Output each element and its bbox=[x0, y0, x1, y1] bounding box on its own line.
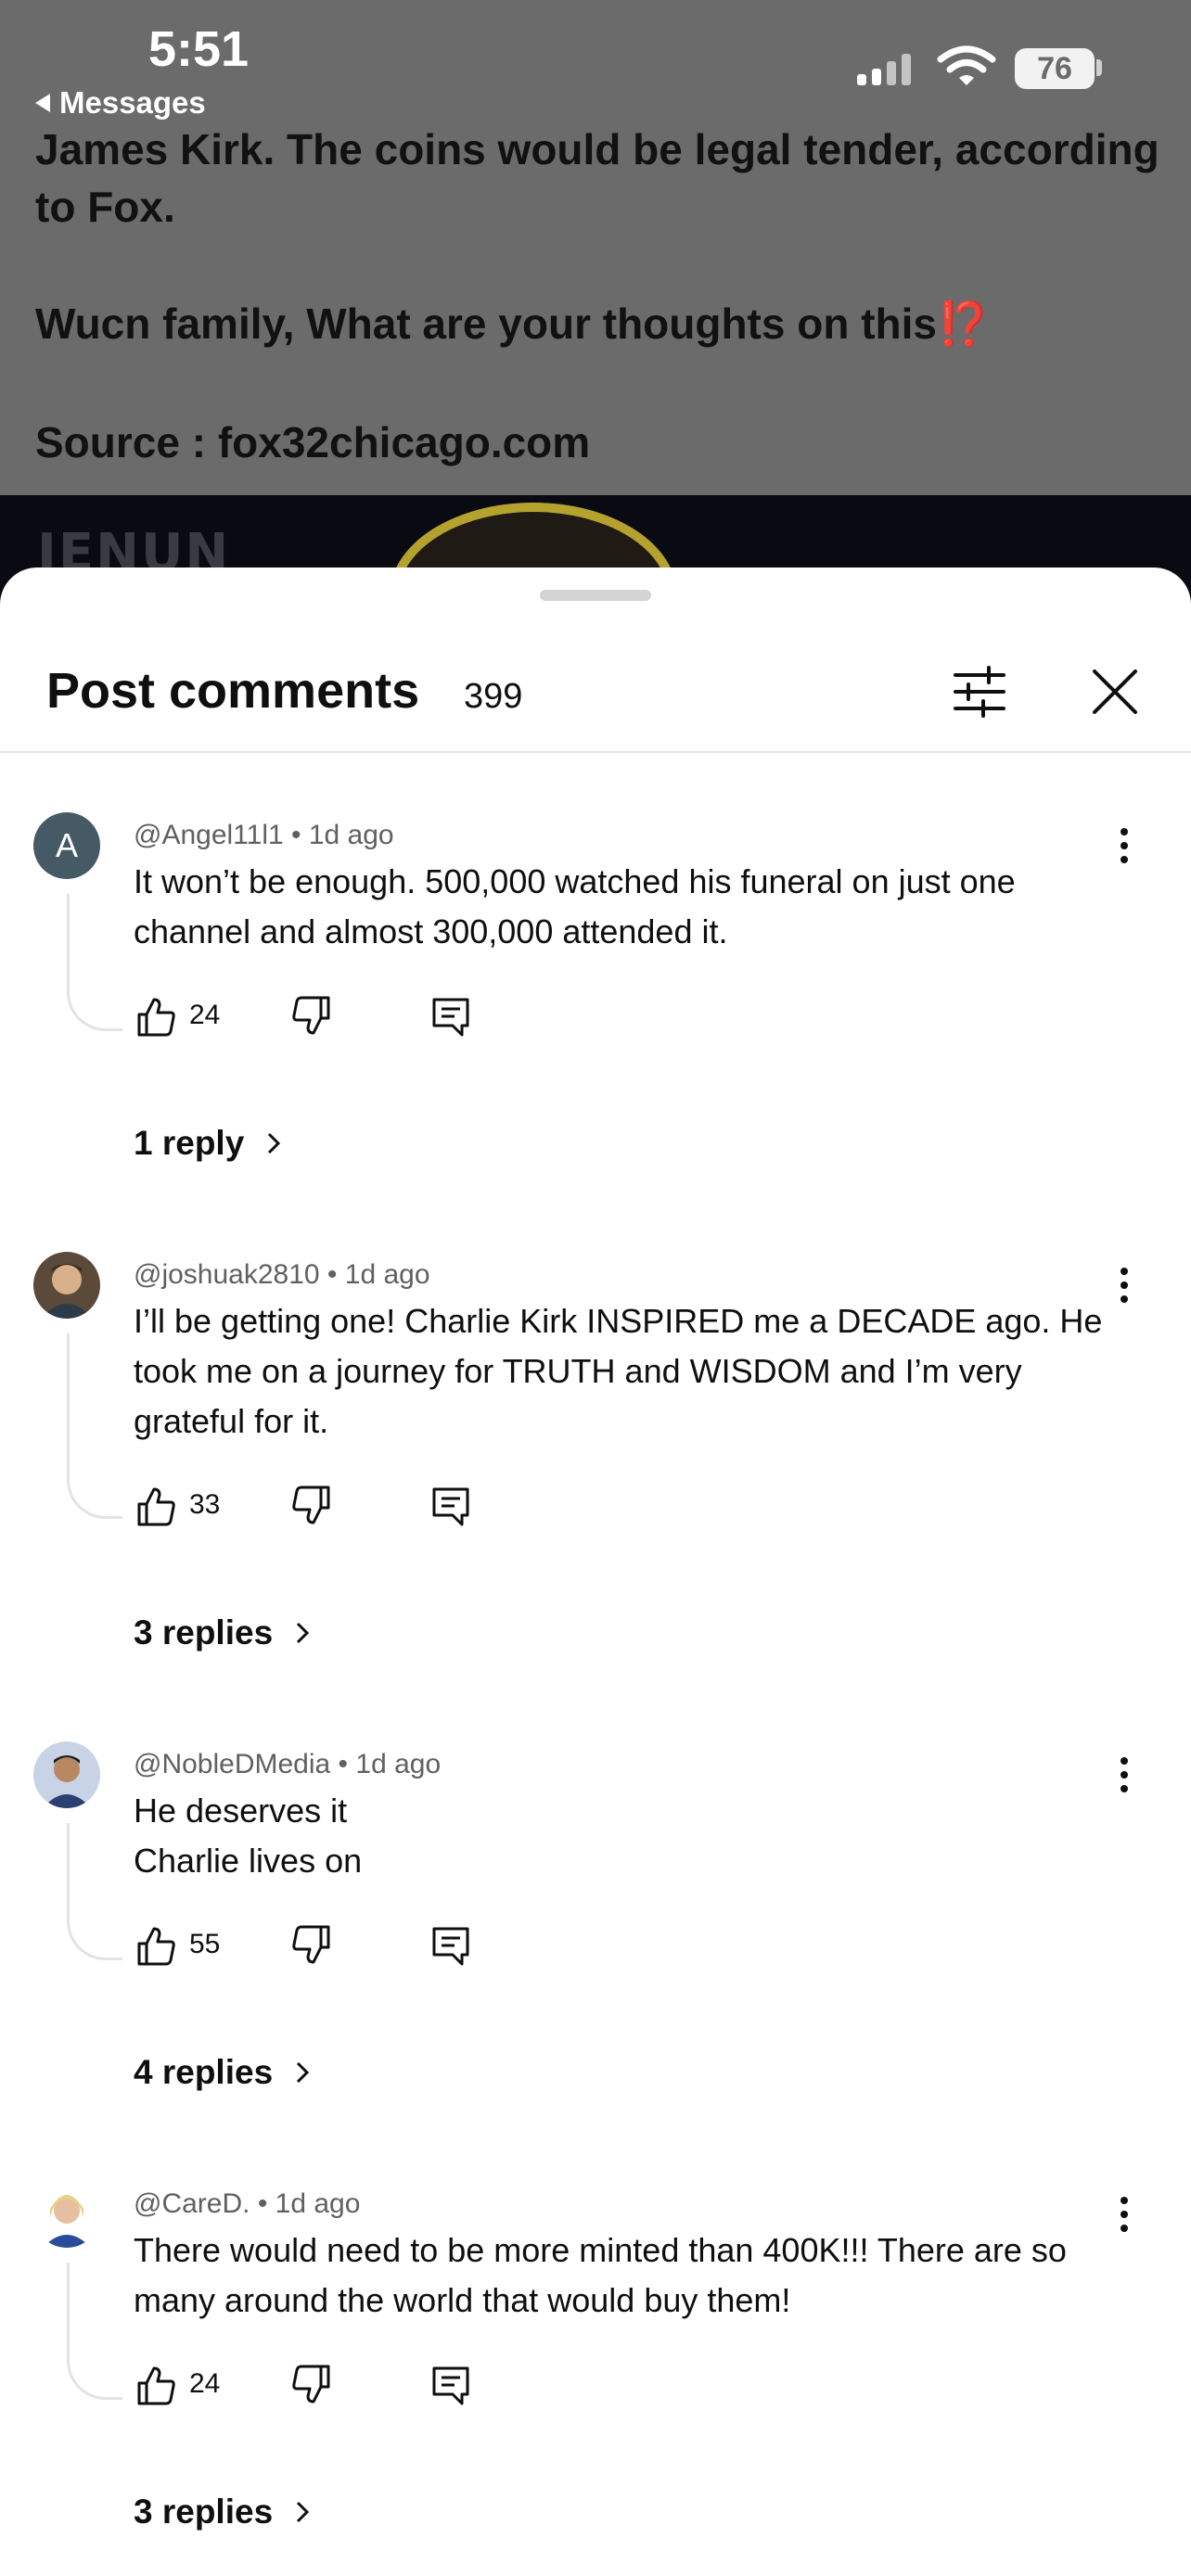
comment-item: A @Angel11l1 • 1d ago It won’t be enough… bbox=[0, 812, 1191, 1248]
comment-text: It won’t be enough. 500,000 watched his … bbox=[134, 862, 1016, 950]
post-text-line2: Wucn family, What are your thoughts on t… bbox=[35, 295, 1167, 352]
sheet-title: Post comments bbox=[46, 663, 420, 719]
thumbs-up-icon[interactable] bbox=[134, 994, 178, 1039]
comment-meta: @CareD. • 1d ago bbox=[134, 2188, 361, 2219]
replies-label: 3 replies bbox=[134, 2493, 274, 2531]
sliders-icon[interactable] bbox=[946, 658, 1013, 725]
thread-line bbox=[67, 894, 122, 1031]
like-count: 55 bbox=[189, 1929, 221, 1959]
view-replies-button[interactable]: 3 replies bbox=[134, 2493, 315, 2531]
comments-sheet: Post comments 399 A @Angel11l1 • 1d ago … bbox=[0, 567, 1191, 2576]
post-question: Wucn family, What are your thoughts on t… bbox=[35, 300, 937, 348]
post-source: Source : fox32chicago.com bbox=[35, 418, 591, 466]
thumbs-up-icon[interactable] bbox=[134, 1923, 178, 1968]
back-arrow-icon bbox=[35, 94, 50, 112]
comment-count: 399 bbox=[464, 677, 523, 716]
replies-label: 1 reply bbox=[134, 1124, 245, 1162]
avatar[interactable] bbox=[33, 1741, 100, 1808]
like-count: 24 bbox=[189, 1000, 221, 1030]
comment-text-line1: He deserves it bbox=[134, 1792, 348, 1830]
comment-text: He deserves it Charlie lives on bbox=[134, 1786, 1117, 1886]
comment-icon[interactable] bbox=[429, 1484, 473, 1528]
like-count: 24 bbox=[189, 2368, 221, 2399]
thumbs-down-icon[interactable] bbox=[289, 1923, 334, 1968]
replies-label: 4 replies bbox=[134, 2053, 274, 2091]
comment-icon[interactable] bbox=[429, 2363, 473, 2407]
status-time: 5:51 bbox=[148, 21, 250, 77]
status-bar: 5:51 Messages 76 bbox=[0, 0, 1191, 130]
cellular-signal-icon bbox=[857, 52, 911, 85]
back-label: Messages bbox=[59, 85, 206, 120]
thumbs-down-icon[interactable] bbox=[289, 1484, 334, 1528]
thread-line bbox=[67, 1333, 122, 1519]
comment-meta: @joshuak2810 • 1d ago bbox=[134, 1259, 430, 1290]
chevron-right-icon bbox=[268, 1132, 281, 1154]
battery-level: 76 bbox=[1037, 50, 1072, 86]
comment-text: I’ll be getting one! Charlie Kirk INSPIR… bbox=[134, 1302, 1103, 1440]
avatar[interactable] bbox=[33, 1252, 100, 1319]
post-text-line1: James Kirk. The coins would be legal ten… bbox=[35, 125, 1159, 231]
comment-meta: @Angel11l1 • 1d ago bbox=[134, 820, 394, 850]
comment-item: @CareD. • 1d ago There would need to be … bbox=[0, 2181, 1191, 2576]
comment-icon[interactable] bbox=[429, 994, 473, 1039]
comment-item: @NobleDMedia • 1d ago He deserves it Cha… bbox=[0, 1741, 1191, 2168]
comment-meta: @NobleDMedia • 1d ago bbox=[134, 1749, 442, 1779]
comment-actions: 24 bbox=[134, 2363, 690, 2418]
wifi-icon bbox=[937, 45, 996, 85]
comment-icon[interactable] bbox=[429, 1923, 473, 1968]
comment-actions: 24 bbox=[134, 994, 690, 1050]
chevron-right-icon bbox=[297, 2061, 310, 2084]
battery-icon: 76 bbox=[1015, 48, 1095, 89]
back-to-messages[interactable]: Messages bbox=[35, 85, 206, 121]
interrobang-emoji: ⁉️ bbox=[937, 300, 991, 348]
like-count: 33 bbox=[189, 1489, 221, 1520]
sheet-drag-handle[interactable] bbox=[540, 590, 651, 601]
view-replies-button[interactable]: 4 replies bbox=[134, 2053, 315, 2092]
chevron-right-icon bbox=[297, 1622, 310, 1644]
comment-actions: 55 bbox=[134, 1923, 690, 1979]
avatar[interactable] bbox=[33, 2181, 100, 2248]
thumbs-down-icon[interactable] bbox=[289, 2363, 334, 2407]
thumbs-down-icon[interactable] bbox=[289, 994, 334, 1039]
thread-line bbox=[67, 2263, 122, 2400]
sheet-header: Post comments 399 bbox=[0, 623, 1191, 753]
view-replies-button[interactable]: 3 replies bbox=[134, 1613, 315, 1652]
replies-label: 3 replies bbox=[134, 1613, 274, 1651]
comment-text-line2: Charlie lives on bbox=[134, 1842, 363, 1880]
avatar[interactable]: A bbox=[33, 812, 100, 879]
comment-actions: 33 bbox=[134, 1484, 690, 1539]
thread-line bbox=[67, 1823, 122, 1960]
comment-text: There would need to be more minted than … bbox=[134, 2231, 1067, 2319]
thumbs-up-icon[interactable] bbox=[134, 1484, 178, 1528]
view-replies-button[interactable]: 1 reply bbox=[134, 1124, 287, 1163]
chevron-right-icon bbox=[297, 2501, 310, 2523]
battery-tip bbox=[1096, 59, 1102, 76]
close-icon[interactable] bbox=[1082, 658, 1148, 725]
comment-item: @joshuak2810 • 1d ago I’ll be getting on… bbox=[0, 1252, 1191, 1734]
thumbs-up-icon[interactable] bbox=[134, 2363, 178, 2407]
